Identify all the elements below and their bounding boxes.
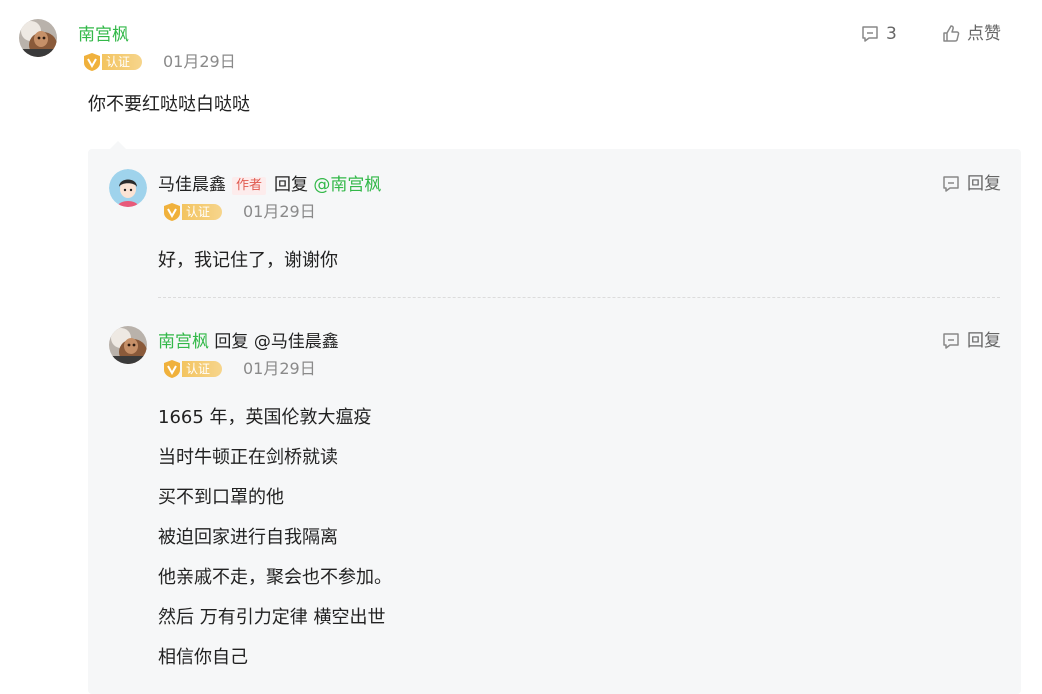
comment-icon bbox=[862, 26, 878, 42]
reply-header: 马佳晨鑫 作者 回复 @南宫枫 bbox=[158, 175, 381, 195]
comment-date: 01月29日 bbox=[163, 52, 236, 71]
verified-badge-label: 认证 bbox=[182, 361, 222, 377]
reply-text-line: 买不到口罩的他 bbox=[158, 487, 284, 508]
reply-divider bbox=[158, 297, 1000, 298]
reply-text-line: 当时牛顿正在剑桥就读 bbox=[158, 447, 338, 468]
like-button[interactable]: 点赞 bbox=[941, 24, 1001, 44]
reply-word: 回复 bbox=[214, 332, 249, 352]
verified-badge-label: 认证 bbox=[102, 54, 142, 70]
reply-text-line: 相信你自己 bbox=[158, 647, 248, 668]
reply-date: 01月29日 bbox=[243, 359, 316, 378]
reply-button[interactable]: 回复 bbox=[941, 174, 1001, 194]
verified-badge: 认证 bbox=[84, 53, 142, 71]
verified-badge: 认证 bbox=[164, 203, 222, 221]
verified-v-icon bbox=[84, 53, 100, 71]
reply-button[interactable]: 回复 bbox=[941, 331, 1001, 351]
reply-text-line: 他亲戚不走，聚会也不参加。 bbox=[158, 567, 392, 588]
reply-date: 01月29日 bbox=[243, 202, 316, 221]
reply-icon bbox=[943, 176, 959, 192]
reply-to-mention[interactable]: @马佳晨鑫 bbox=[254, 332, 339, 352]
avatar-replier[interactable] bbox=[109, 326, 147, 364]
verified-v-icon bbox=[164, 360, 180, 378]
reply-author-name[interactable]: 马佳晨鑫 bbox=[158, 175, 226, 195]
reply-button-label: 回复 bbox=[967, 331, 1001, 351]
comment-text: 你不要红哒哒白哒哒 bbox=[88, 94, 250, 115]
like-label: 点赞 bbox=[967, 24, 1001, 44]
reply-text: 好，我记住了，谢谢你 bbox=[158, 250, 338, 271]
verified-badge: 认证 bbox=[164, 360, 222, 378]
reply-icon bbox=[943, 333, 959, 349]
avatar-author[interactable] bbox=[109, 169, 147, 207]
reply-author-name[interactable]: 南宫枫 bbox=[158, 332, 209, 352]
reply-button-label: 回复 bbox=[967, 174, 1001, 194]
comment-count-button[interactable]: 3 bbox=[860, 24, 897, 44]
commenter-name[interactable]: 南宫枫 bbox=[78, 25, 129, 45]
reply-text-line: 1665 年，英国伦敦大瘟疫 bbox=[158, 407, 372, 428]
reply-header: 南宫枫 回复 @马佳晨鑫 bbox=[158, 332, 339, 352]
reply-word: 回复 bbox=[274, 175, 309, 195]
author-tag: 作者 bbox=[232, 177, 267, 195]
reply-box-pointer bbox=[110, 141, 126, 149]
reply-to-mention[interactable]: @南宫枫 bbox=[313, 175, 381, 195]
thumbs-up-icon bbox=[943, 25, 960, 42]
reply-text-line: 然后 万有引力定律 横空出世 bbox=[158, 607, 386, 628]
avatar-main-commenter[interactable] bbox=[19, 19, 57, 57]
verified-v-icon bbox=[164, 203, 180, 221]
reply-text-line: 被迫回家进行自我隔离 bbox=[158, 527, 338, 548]
verified-badge-label: 认证 bbox=[182, 204, 222, 220]
comment-count: 3 bbox=[886, 24, 897, 44]
